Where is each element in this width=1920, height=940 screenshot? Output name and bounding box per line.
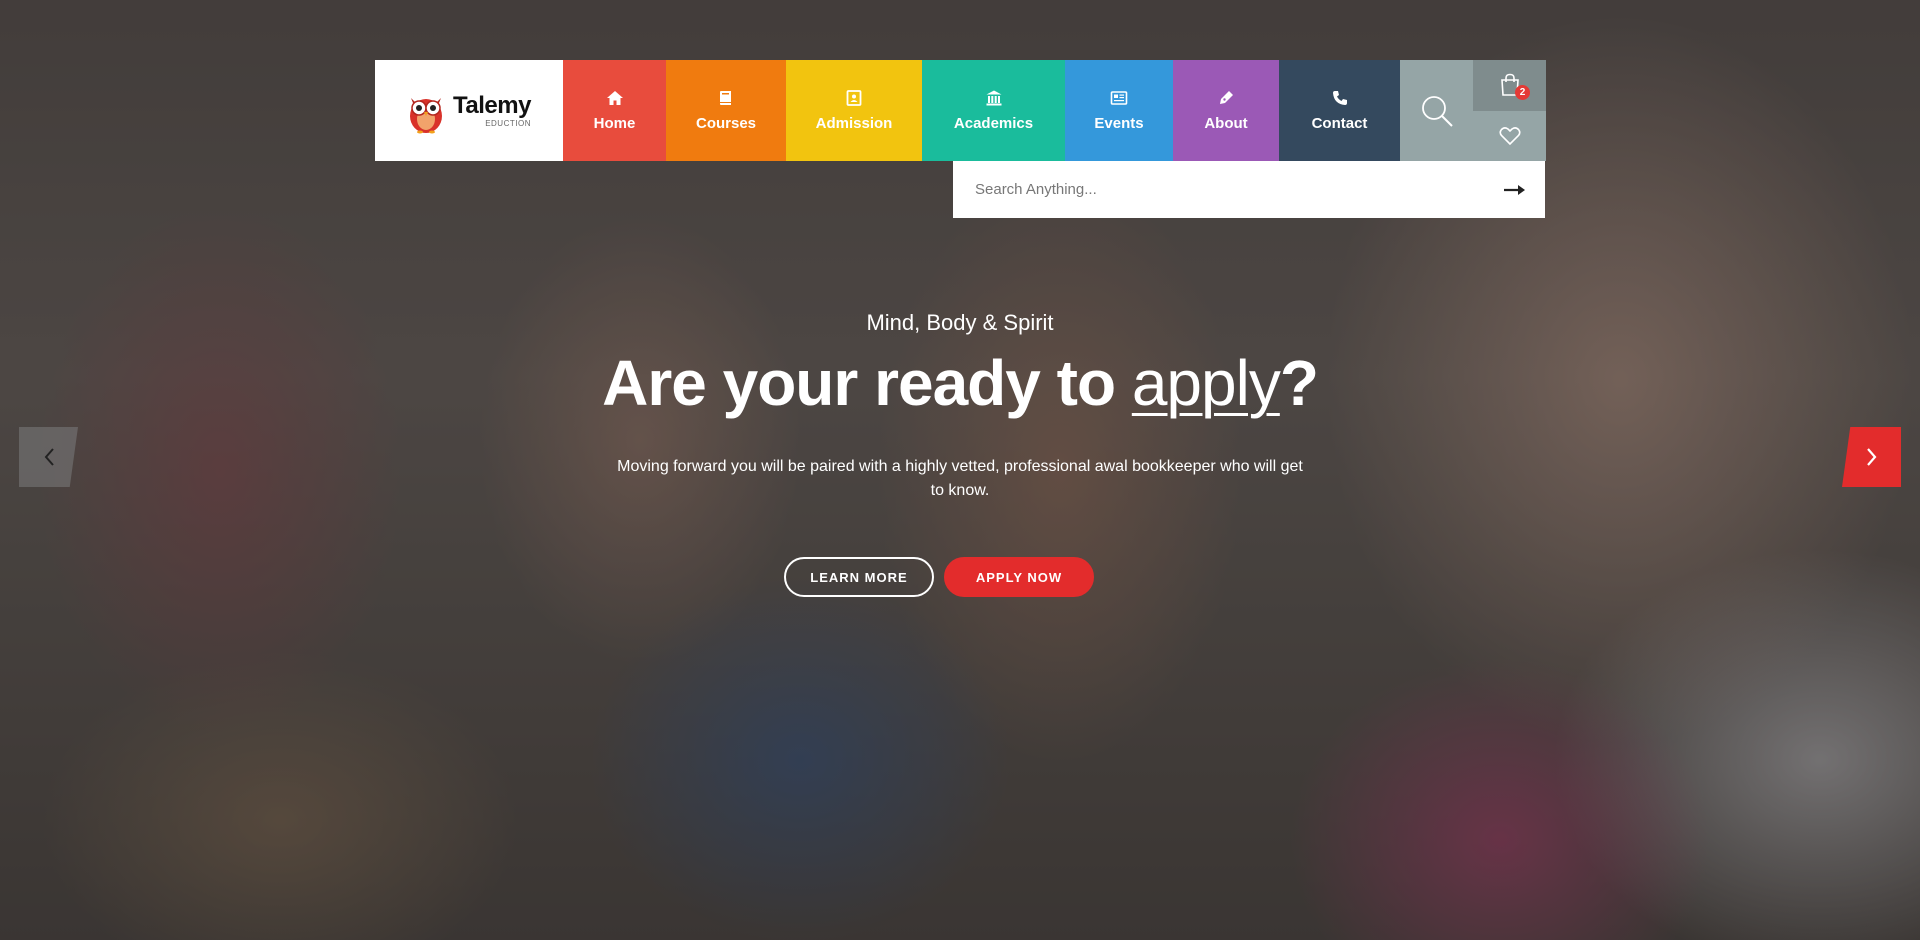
nav-item-admission[interactable]: Admission: [786, 60, 922, 161]
main-header: Talemy EDUCTION Home Courses Admission A…: [375, 60, 1546, 161]
slider-next-button[interactable]: [1842, 427, 1901, 487]
home-icon: [606, 89, 624, 107]
headline-highlight: apply: [1131, 347, 1281, 419]
search-input[interactable]: [953, 161, 1485, 218]
apply-now-button[interactable]: APPLY NOW: [944, 557, 1094, 597]
cart-count-badge: 2: [1515, 85, 1530, 100]
nav-item-courses[interactable]: Courses: [666, 60, 786, 161]
learn-more-button[interactable]: LEARN MORE: [784, 557, 934, 597]
pen-icon: [1217, 89, 1235, 107]
hero-buttons: LEARN MORE APPLY NOW: [0, 557, 1920, 597]
heart-icon: [1498, 126, 1521, 145]
nav-label-contact: Contact: [1311, 115, 1368, 132]
search-submit-button[interactable]: [1485, 161, 1545, 218]
hero-description: Moving forward you will be paired with a…: [617, 458, 1303, 499]
nav-label-admission: Admission: [815, 115, 893, 132]
site-logo[interactable]: Talemy EDUCTION: [375, 60, 563, 161]
headline-suffix: ?: [1279, 347, 1319, 419]
chevron-right-icon: [1866, 448, 1876, 466]
id-card-icon: [845, 89, 863, 107]
brand-tagline: EDUCTION: [485, 118, 531, 128]
search-icon: [1421, 95, 1453, 127]
arrow-right-icon: [1504, 184, 1525, 195]
nav-label-events: Events: [1094, 115, 1144, 132]
nav-item-about[interactable]: About: [1173, 60, 1279, 161]
newspaper-icon: [1110, 89, 1128, 107]
owl-icon: [410, 97, 443, 133]
nav-label-courses: Courses: [695, 115, 757, 132]
nav-label-home: Home: [593, 115, 636, 132]
phone-icon: [1331, 89, 1349, 107]
brand-name: Talemy: [453, 91, 531, 119]
bank-icon: [985, 89, 1003, 107]
nav-item-home[interactable]: Home: [563, 60, 666, 161]
hero-headline: Are your ready to apply?: [0, 345, 1920, 422]
headline-prefix: Are your ready to: [602, 347, 1132, 419]
side-tiles: 2: [1473, 60, 1546, 161]
nav-label-about: About: [1204, 115, 1248, 132]
search-bar: [953, 161, 1545, 218]
search-toggle-button[interactable]: [1400, 60, 1473, 161]
nav-item-events[interactable]: Events: [1065, 60, 1173, 161]
nav-item-contact[interactable]: Contact: [1279, 60, 1400, 161]
chevron-left-icon: [44, 448, 54, 466]
wishlist-button[interactable]: [1473, 110, 1546, 161]
cart-button[interactable]: 2: [1473, 60, 1546, 111]
brand-text: Talemy EDUCTION: [453, 91, 531, 128]
book-icon: [717, 89, 735, 107]
nav-label-academics: Academics: [953, 115, 1034, 132]
slider-prev-button[interactable]: [19, 427, 78, 487]
hero-tagline: Mind, Body & Spirit: [866, 310, 1054, 335]
nav-item-academics[interactable]: Academics: [922, 60, 1065, 161]
